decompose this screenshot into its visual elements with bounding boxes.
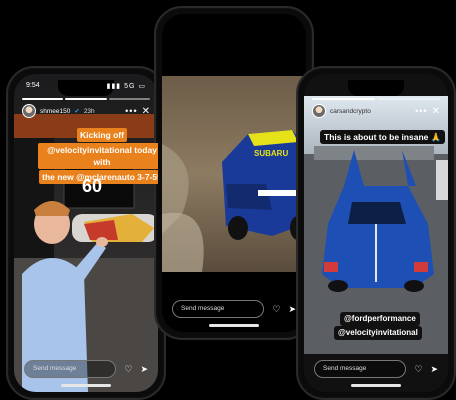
phone-left: 9:54 ▮▮▮ 5G ▭ shmee150 ✔ 23h ••• ✕ Kicki… <box>6 66 166 400</box>
avatar[interactable] <box>22 104 36 118</box>
verified-badge-icon: ✔ <box>74 108 80 115</box>
mention-sticker[interactable]: @velocityinvitational <box>334 326 422 340</box>
svg-text:SUBARU: SUBARU <box>254 149 288 158</box>
send-icon[interactable]: ➤ <box>140 364 148 375</box>
close-icon[interactable]: ✕ <box>432 106 440 117</box>
heart-icon[interactable]: ♡ <box>272 304 280 315</box>
send-icon[interactable]: ➤ <box>288 304 296 315</box>
phone-right: carsandcrypto ••• ✕ This is about to be … <box>296 66 456 400</box>
story-caption: This is about to be insane 🙏 <box>320 130 446 144</box>
reply-bar: Send message ♡ ➤ <box>24 360 148 378</box>
more-icon[interactable]: ••• <box>415 106 427 116</box>
story-header: shmee150 ✔ 23h ••• ✕ <box>22 104 150 118</box>
progress-segment <box>22 98 64 100</box>
send-icon[interactable]: ➤ <box>430 364 438 375</box>
story-progress <box>312 98 440 100</box>
tv-display-text: 60 <box>82 176 103 196</box>
send-message-input[interactable]: Send message <box>172 300 265 318</box>
progress-segment <box>377 98 440 100</box>
close-icon[interactable]: ✕ <box>142 106 150 117</box>
heart-icon[interactable]: ♡ <box>414 364 422 375</box>
progress-segment <box>65 98 107 100</box>
progress-segment <box>312 98 375 100</box>
story-username[interactable]: shmee150 <box>40 108 70 115</box>
story-photo-center: SUBARU <box>162 14 306 332</box>
caption-line: @velocityinvitational today with <box>38 143 158 169</box>
avatar[interactable] <box>312 104 326 118</box>
home-indicator <box>61 384 111 387</box>
reply-bar: Send message ♡ ➤ <box>314 360 438 378</box>
phone-center: SUBARU Send message ♡ ➤ <box>154 6 314 340</box>
status-icons: ▮▮▮ 5G ▭ <box>106 83 146 90</box>
progress-segment <box>108 98 150 100</box>
story-timestamp: 23h <box>83 107 95 115</box>
home-indicator <box>351 384 401 387</box>
heart-icon[interactable]: ♡ <box>124 364 132 375</box>
story-header: carsandcrypto ••• ✕ <box>312 104 440 118</box>
mention-sticker[interactable]: @fordperformance <box>340 312 420 326</box>
home-indicator <box>209 324 259 327</box>
caption-line: Kicking off <box>77 128 127 142</box>
story-screen-center: SUBARU Send message ♡ ➤ <box>162 14 306 332</box>
story-photo-right <box>304 74 448 392</box>
story-screen-right: carsandcrypto ••• ✕ This is about to be … <box>304 74 448 392</box>
status-bar: 9:54 ▮▮▮ 5G ▭ <box>26 82 146 90</box>
more-icon[interactable]: ••• <box>125 106 137 116</box>
notch <box>348 80 404 96</box>
send-message-input[interactable]: Send message <box>24 360 117 378</box>
status-time: 9:54 <box>26 82 40 89</box>
reply-bar: Send message ♡ ➤ <box>172 300 296 318</box>
send-message-input[interactable]: Send message <box>314 360 407 378</box>
story-progress <box>22 98 150 100</box>
story-screen-left: 9:54 ▮▮▮ 5G ▭ shmee150 ✔ 23h ••• ✕ Kicki… <box>14 74 158 392</box>
story-username[interactable]: carsandcrypto <box>330 108 371 115</box>
notch <box>206 20 262 36</box>
story-photo-left <box>14 74 158 392</box>
